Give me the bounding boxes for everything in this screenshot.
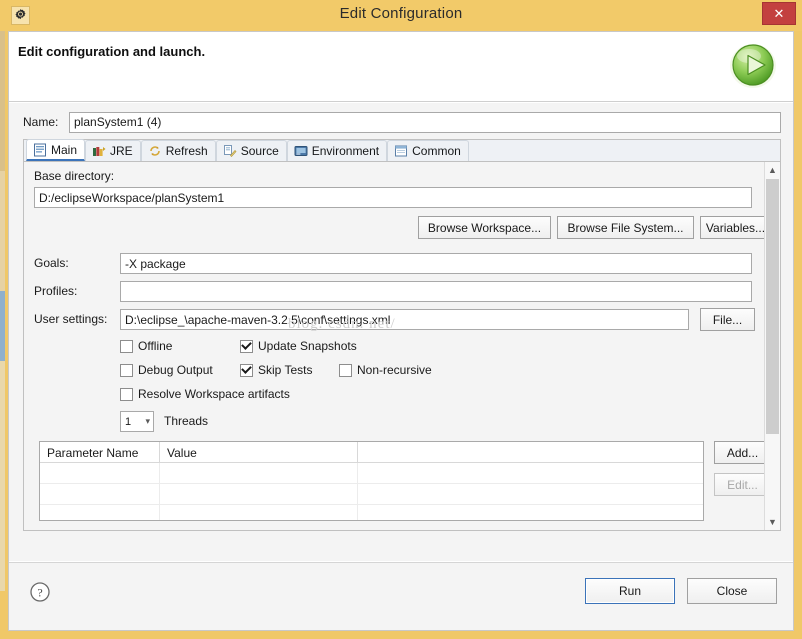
user-settings-input[interactable] (120, 309, 689, 330)
table-cell (40, 484, 160, 505)
resolve-workspace-artifacts-checkbox[interactable]: Resolve Workspace artifacts (120, 387, 290, 401)
threads-dropdown[interactable]: 1 ▾ (120, 411, 154, 432)
tab-main[interactable]: Main (26, 139, 86, 161)
checkbox-box (120, 339, 133, 353)
browse-file-system-button[interactable]: Browse File System... (557, 216, 694, 239)
add-parameter-button[interactable]: Add... (714, 441, 771, 464)
checkbox-box (339, 363, 352, 377)
tab-refresh[interactable]: Refresh (140, 140, 216, 161)
vertical-scrollbar[interactable]: ▲ ▼ (764, 162, 780, 530)
goals-label: Goals: (34, 256, 69, 270)
tab-page-main: Base directory: Browse Workspace... Brow… (24, 162, 780, 530)
window-left-edge (0, 31, 8, 591)
profiles-input[interactable] (120, 281, 752, 302)
checkbox-box (240, 339, 253, 353)
checkbox-box (120, 363, 133, 377)
window-title: Edit Configuration (339, 5, 463, 22)
tab-label: Refresh (165, 144, 208, 158)
checkbox-box (120, 387, 133, 401)
table-cell (358, 505, 703, 520)
tab-folder: Main JRE Refresh Source Environment Comm… (23, 139, 781, 531)
table-row[interactable] (40, 484, 703, 505)
checkbox-label: Debug Output (138, 363, 213, 377)
run-button[interactable]: Run (585, 578, 675, 604)
dialog-header: Edit configuration and launch. (9, 32, 793, 102)
browse-workspace-button[interactable]: Browse Workspace... (418, 216, 551, 239)
tab-jre[interactable]: JRE (85, 140, 141, 161)
close-button[interactable]: Close (687, 578, 777, 604)
variables-button[interactable]: Variables... (700, 216, 771, 239)
tab-label: Common (412, 144, 461, 158)
column-header-extra (358, 442, 703, 463)
scrollbar-thumb[interactable] (766, 179, 779, 434)
checkbox-label: Non-recursive (357, 363, 432, 377)
goals-input[interactable] (120, 253, 752, 274)
main-document-icon (33, 143, 47, 157)
close-icon[interactable]: ✕ (762, 2, 796, 25)
tab-label: Source (240, 144, 279, 158)
green-run-play-icon (727, 39, 779, 91)
tab-source[interactable]: Source (215, 140, 287, 161)
update-snapshots-checkbox[interactable]: Update Snapshots (240, 339, 357, 353)
offline-checkbox[interactable]: Offline (120, 339, 172, 353)
table-cell (358, 463, 703, 484)
user-settings-file-button[interactable]: File... (700, 308, 755, 331)
column-header-value: Value (160, 442, 358, 463)
main-scroll-area: Base directory: Browse Workspace... Brow… (24, 162, 771, 530)
tab-common[interactable]: Common (387, 140, 469, 161)
checkbox-box (240, 363, 253, 377)
dialog-client-area: Edit configuration and launch. Name: pla… (8, 31, 794, 631)
scroll-up-arrow-icon[interactable]: ▲ (765, 162, 780, 178)
parameter-table-header: Parameter Name Value (40, 442, 703, 463)
debug-output-checkbox[interactable]: Debug Output (120, 363, 213, 377)
base-directory-label: Base directory: (34, 169, 115, 183)
checkbox-label: Offline (138, 339, 173, 353)
name-input[interactable] (69, 111, 781, 133)
user-settings-label: User settings: (34, 312, 108, 326)
name-row: Name: (23, 111, 781, 133)
column-header-parameter-name: Parameter Name (40, 442, 160, 463)
edit-configuration-window: Edit Configuration ✕ Edit configuration … (0, 0, 802, 639)
refresh-arrows-icon (148, 144, 162, 158)
base-directory-input[interactable] (34, 187, 752, 208)
environment-icon (294, 144, 308, 158)
checkbox-label: Update Snapshots (258, 339, 357, 353)
tab-strip: Main JRE Refresh Source Environment Comm… (24, 139, 780, 162)
table-cell (40, 463, 160, 484)
header-message: Edit configuration and launch. (18, 44, 206, 59)
svg-text:?: ? (37, 586, 42, 600)
chevron-down-icon: ▾ (145, 416, 150, 426)
table-cell (160, 463, 358, 484)
profiles-label: Profiles: (34, 284, 78, 298)
common-window-icon (394, 144, 408, 158)
table-cell (358, 484, 703, 505)
jre-books-icon (92, 144, 106, 158)
edit-parameter-button: Edit... (714, 473, 771, 496)
tab-label: Environment (311, 144, 380, 158)
scroll-down-arrow-icon[interactable]: ▼ (765, 514, 780, 530)
table-row[interactable] (40, 463, 703, 484)
checkbox-label: Resolve Workspace artifacts (138, 387, 290, 401)
tab-label: Main (51, 142, 78, 157)
non-recursive-checkbox[interactable]: Non-recursive (339, 363, 432, 377)
dialog-footer: ? Run Close (9, 562, 793, 630)
threads-value: 1 (125, 415, 132, 428)
threads-label: Threads (164, 414, 209, 428)
tab-environment[interactable]: Environment (286, 140, 388, 161)
source-pencil-icon (223, 144, 237, 158)
table-cell (40, 505, 160, 520)
table-row[interactable] (40, 505, 703, 520)
name-label: Name: (23, 115, 59, 129)
checkbox-label: Skip Tests (258, 363, 313, 377)
dialog-body: Name: Main (9, 103, 793, 596)
parameter-table[interactable]: Parameter Name Value (39, 441, 704, 521)
table-cell (160, 505, 358, 520)
question-mark-help-icon[interactable]: ? (29, 581, 51, 603)
tab-label: JRE (110, 144, 133, 158)
table-cell (160, 484, 358, 505)
title-bar: Edit Configuration ✕ (0, 0, 802, 31)
skip-tests-checkbox[interactable]: Skip Tests (240, 363, 312, 377)
